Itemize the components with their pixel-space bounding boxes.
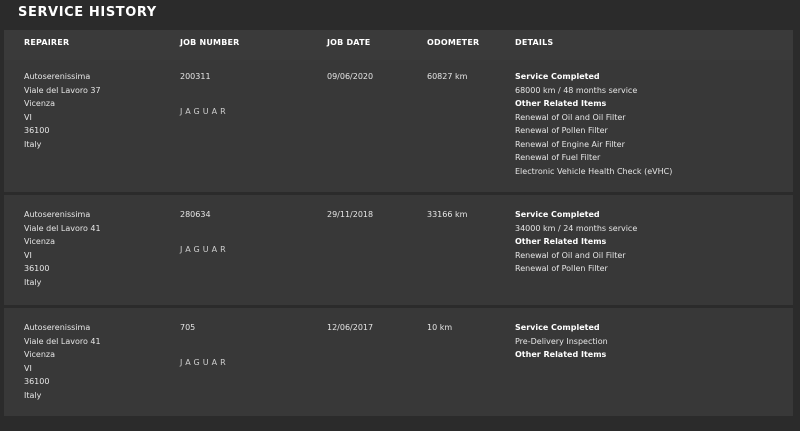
job-number: 705 — [180, 323, 196, 332]
repairer-name: Autoserenissima — [24, 72, 91, 81]
repairer-address: Autoserenissima Viale del Lavoro 41 Vice… — [24, 208, 101, 289]
page-title: SERVICE HISTORY — [18, 5, 157, 20]
repairer-address: Autoserenissima Viale del Lavoro 41 Vice… — [24, 321, 101, 402]
job-date: 12/06/2017 — [327, 323, 374, 332]
job-date: 29/11/2018 — [327, 210, 374, 219]
service-completed-label: Service Completed — [515, 323, 600, 332]
details: Service Completed 68000 km / 48 months s… — [515, 70, 672, 178]
service-completed-value: 34000 km / 24 months service — [515, 223, 638, 233]
odometer: 33166 km — [427, 210, 468, 219]
odometer: 60827 km — [427, 72, 468, 81]
repairer-address: Autoserenissima Viale del Lavoro 37 Vice… — [24, 70, 101, 151]
other-item: Renewal of Engine Air Filter — [515, 139, 625, 149]
other-item: Renewal of Pollen Filter — [515, 264, 608, 273]
service-completed-value: 68000 km / 48 months service — [515, 85, 638, 95]
table-row: Autoserenissima Viale del Lavoro 41 Vice… — [4, 195, 793, 305]
service-history-table: REPAIRER JOB NUMBER JOB DATE ODOMETER DE… — [4, 30, 793, 416]
header-details: DETAILS — [515, 38, 554, 47]
jaguar-logo: JAGUAR — [180, 107, 229, 116]
repairer-province: VI — [24, 363, 32, 373]
repairer-street: Viale del Lavoro 37 — [24, 85, 101, 95]
repairer-province: VI — [24, 250, 32, 260]
details: Service Completed Pre-Delivery Inspectio… — [515, 321, 608, 362]
details: Service Completed 34000 km / 24 months s… — [515, 208, 637, 276]
repairer-postcode: 36100 — [24, 264, 50, 273]
other-items-label: Other Related Items — [515, 99, 607, 108]
repairer-street: Viale del Lavoro 41 — [24, 223, 101, 233]
repairer-country: Italy — [24, 277, 42, 287]
table-row: Autoserenissima Viale del Lavoro 41 Vice… — [4, 308, 793, 416]
other-items-label: Other Related Items — [515, 237, 607, 246]
other-items-label: Other Related Items — [515, 350, 607, 359]
repairer-country: Italy — [24, 139, 42, 149]
repairer-postcode: 36100 — [24, 377, 50, 386]
other-item: Renewal of Fuel Filter — [515, 153, 601, 162]
repairer-postcode: 36100 — [24, 126, 50, 135]
repairer-province: VI — [24, 112, 32, 122]
job-date: 09/06/2020 — [327, 72, 374, 81]
other-item: Renewal of Pollen Filter — [515, 126, 608, 135]
other-item: Renewal of Oil and Oil Filter — [515, 250, 626, 260]
other-item: Electronic Vehicle Health Check (eVHC) — [515, 166, 673, 176]
table-row: Autoserenissima Viale del Lavoro 37 Vice… — [4, 60, 793, 192]
header-job-number: JOB NUMBER — [180, 38, 240, 47]
repairer-name: Autoserenissima — [24, 323, 91, 332]
repairer-city: Vicenza — [24, 350, 56, 359]
header-odometer: ODOMETER — [427, 38, 480, 47]
repairer-name: Autoserenissima — [24, 210, 91, 219]
job-number: 200311 — [180, 72, 211, 81]
repairer-city: Vicenza — [24, 237, 56, 246]
header-repairer: REPAIRER — [24, 38, 70, 47]
jaguar-logo: JAGUAR — [180, 358, 229, 367]
repairer-city: Vicenza — [24, 99, 56, 108]
service-completed-value: Pre-Delivery Inspection — [515, 336, 608, 346]
repairer-street: Viale del Lavoro 41 — [24, 336, 101, 346]
service-completed-label: Service Completed — [515, 210, 600, 219]
other-item: Renewal of Oil and Oil Filter — [515, 112, 626, 122]
odometer: 10 km — [427, 323, 453, 332]
service-completed-label: Service Completed — [515, 72, 600, 81]
repairer-country: Italy — [24, 390, 42, 400]
job-number: 280634 — [180, 210, 211, 219]
jaguar-logo: JAGUAR — [180, 245, 229, 254]
header-job-date: JOB DATE — [327, 38, 371, 47]
